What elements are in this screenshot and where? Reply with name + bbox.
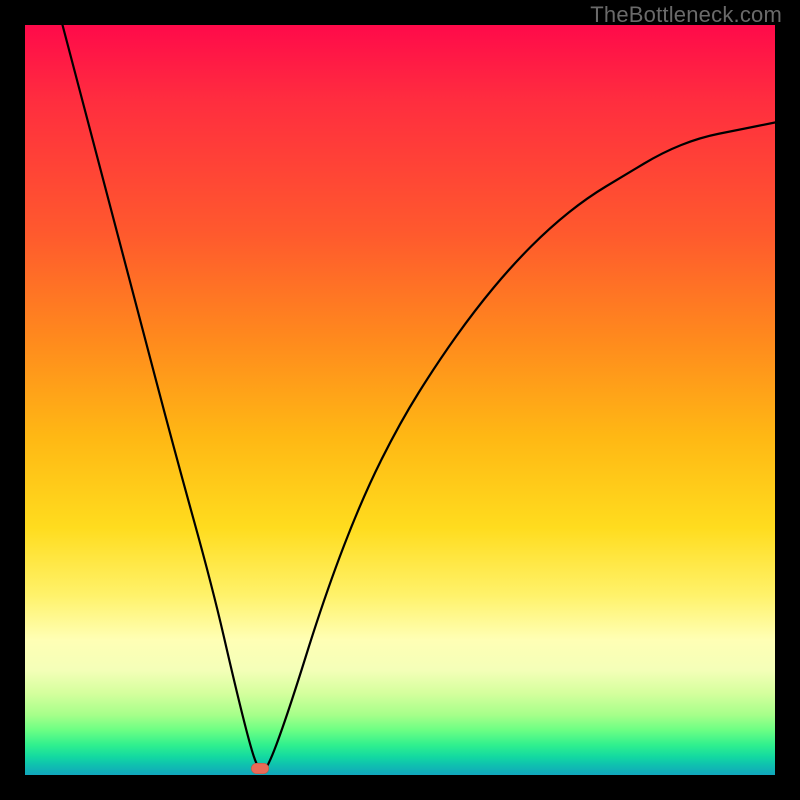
watermark-text: TheBottleneck.com	[590, 2, 782, 28]
optimal-marker	[251, 763, 269, 774]
chart-root: TheBottleneck.com	[0, 0, 800, 800]
bottleneck-curve	[25, 25, 775, 775]
plot-area	[25, 25, 775, 775]
